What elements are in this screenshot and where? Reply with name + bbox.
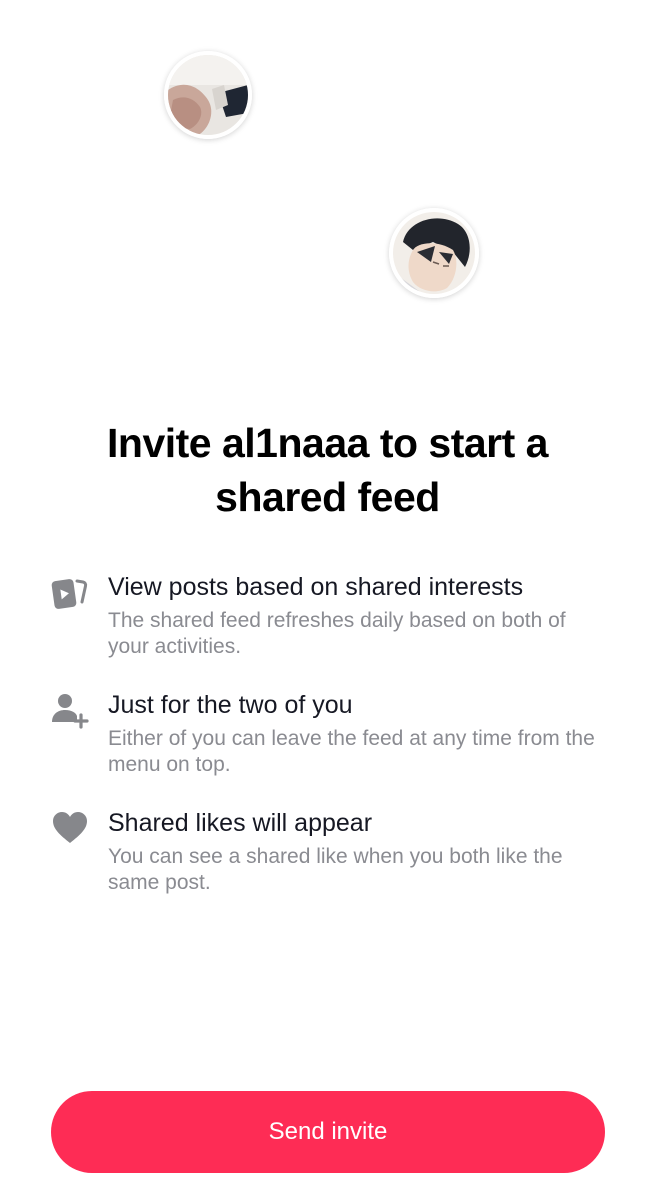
friend-avatar [389,208,479,298]
feature-description: The shared feed refreshes daily based on… [108,609,566,658]
feature-description: Either of you can leave the feed at any … [108,727,595,776]
feature-title: Just for the two of you [108,691,353,719]
person-add-icon [50,690,90,730]
feature-item-two-of-you: Just for the two of you Either of you ca… [50,688,610,778]
feature-item-shared-likes: Shared likes will appear You can see a s… [50,806,610,896]
user-avatar [164,51,252,139]
feature-title: View posts based on shared interests [108,573,524,601]
video-cards-icon [50,572,90,612]
feature-list: View posts based on shared interests The… [50,570,610,924]
heart-icon [50,808,90,848]
feature-item-shared-interests: View posts based on shared interests The… [50,570,610,660]
feature-description: You can see a shared like when you both … [108,845,563,894]
user-avatar-photo [168,55,248,135]
feature-title: Shared likes will appear [108,809,373,837]
send-invite-button[interactable]: Send invite [51,1091,605,1173]
page-title: Invite al1naaa to start a shared feed [107,420,548,520]
friend-avatar-photo [393,212,475,294]
